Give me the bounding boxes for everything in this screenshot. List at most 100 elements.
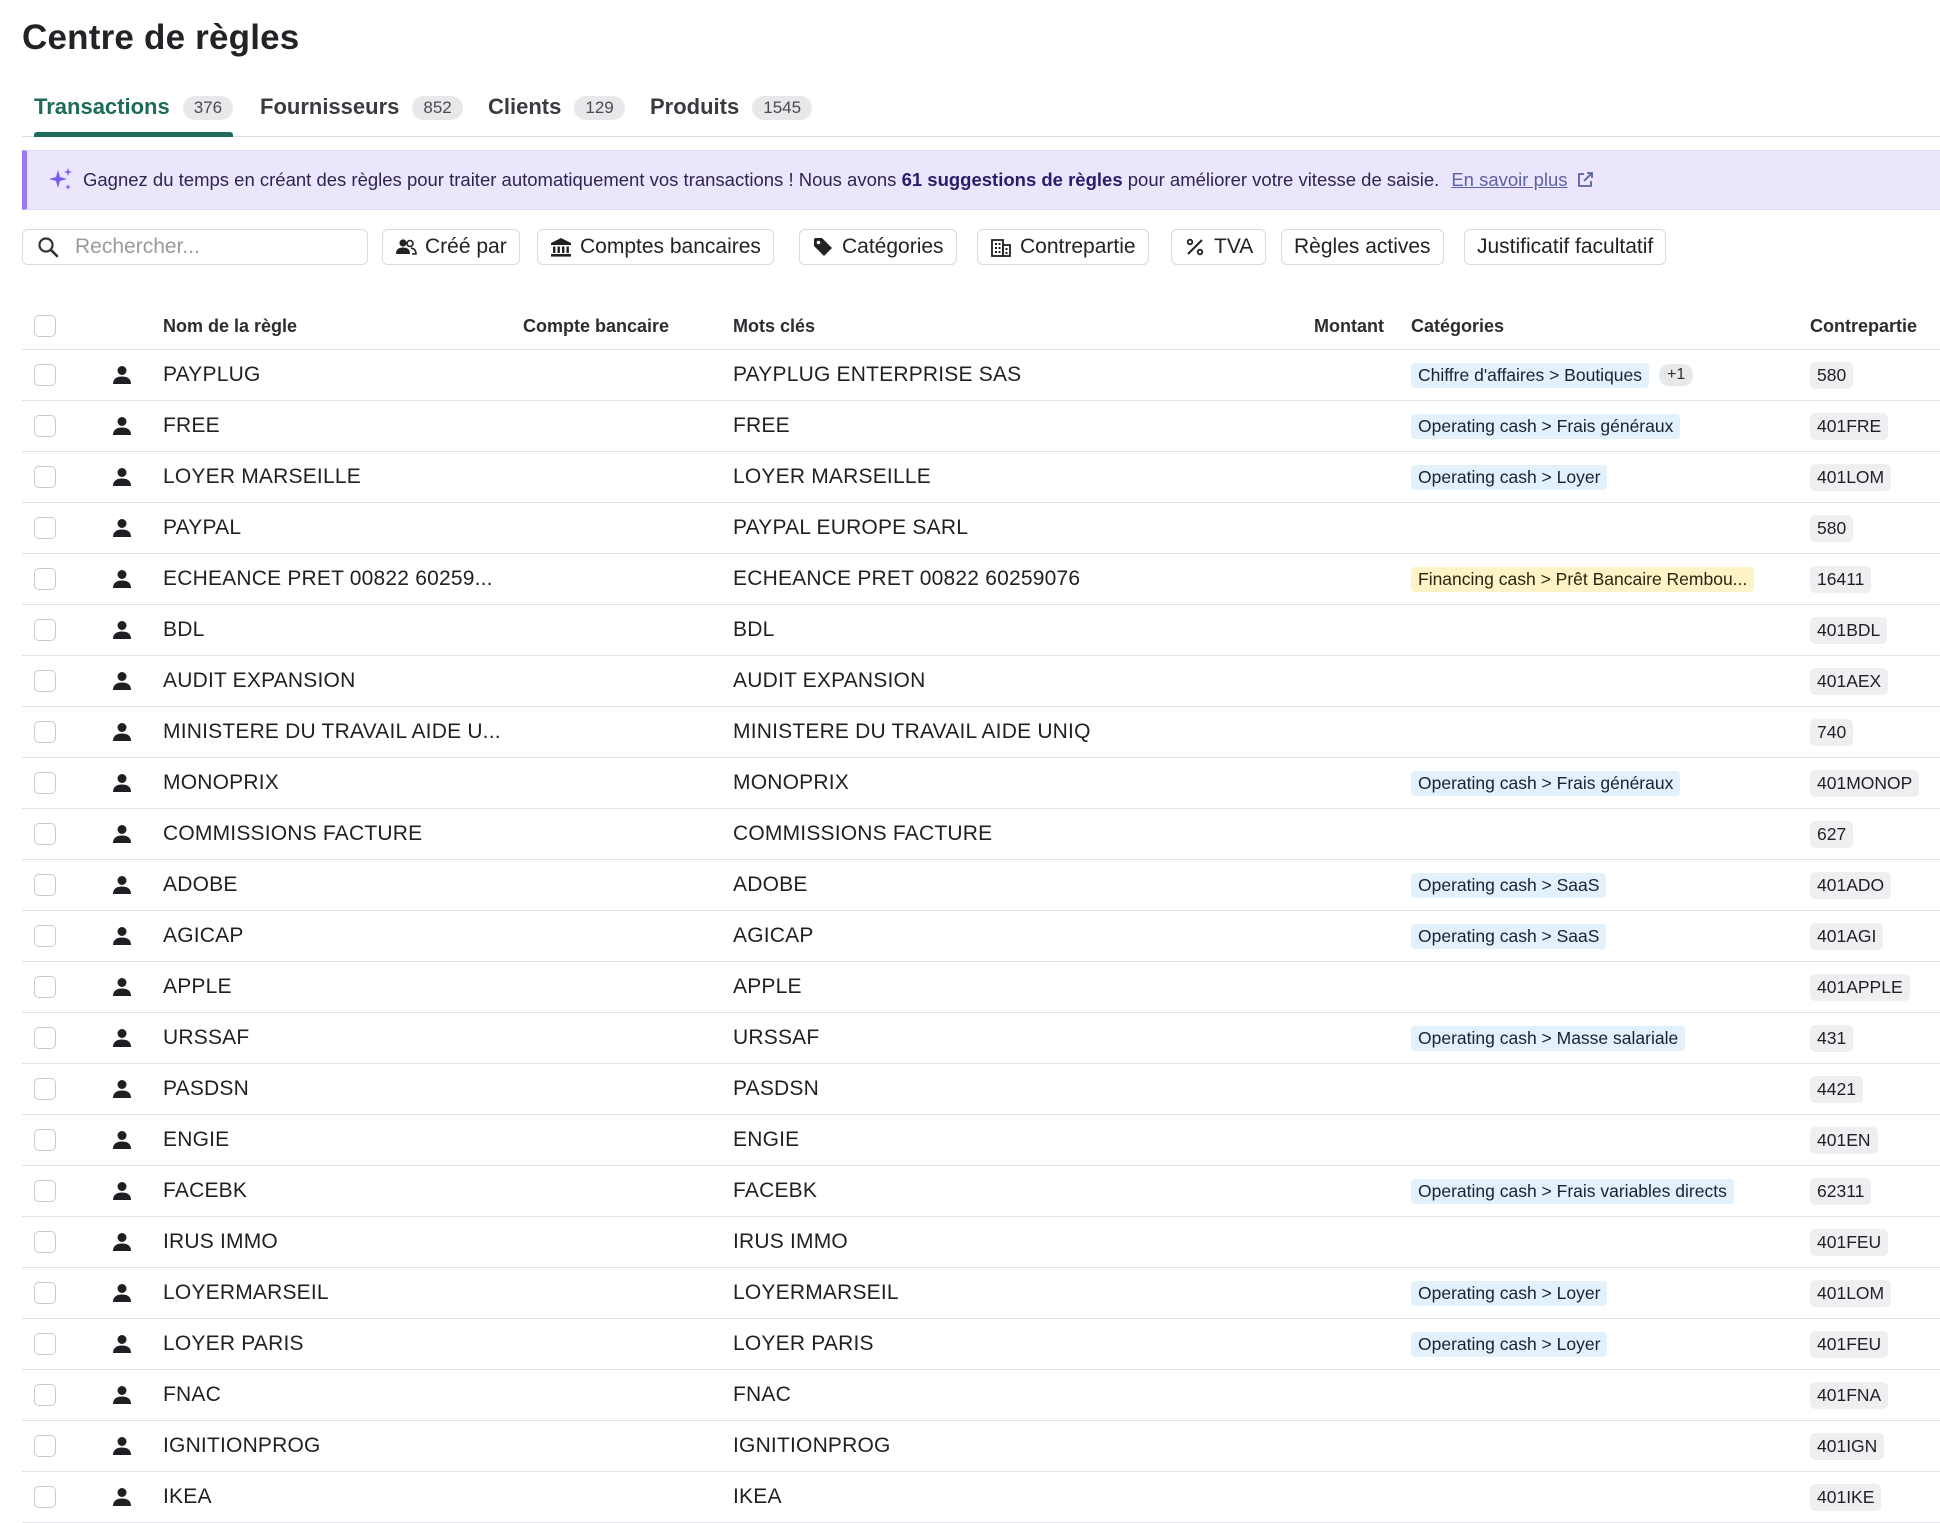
table-row[interactable]: IGNITIONPROG IGNITIONPROG 401IGN (22, 1421, 1940, 1472)
counterpart-tag: 401AGI (1810, 922, 1884, 950)
creator-cell (110, 707, 134, 757)
category-tag: Financing cash > Prêt Bancaire Rembou... (1411, 566, 1755, 592)
row-checkbox[interactable] (34, 772, 56, 794)
row-checkbox[interactable] (34, 364, 56, 386)
row-checkbox[interactable] (34, 874, 56, 896)
category-tag: Operating cash > Loyer (1411, 1280, 1608, 1306)
suggestions-banner: Gagnez du temps en créant des règles pou… (22, 150, 1940, 210)
col-header-keywords[interactable]: Mots clés (733, 303, 815, 349)
external-link-icon[interactable] (1576, 171, 1594, 189)
rule-name: PASDSN (163, 1077, 249, 1100)
row-checkbox[interactable] (34, 1435, 56, 1457)
rule-keywords: PAYPAL EUROPE SARL (733, 516, 969, 539)
row-checkbox[interactable] (34, 415, 56, 437)
row-checkbox[interactable] (34, 1486, 56, 1508)
table-row[interactable]: LOYERMARSEIL LOYERMARSEIL Operating cash >… (22, 1268, 1940, 1319)
rule-name: ADOBE (163, 873, 238, 896)
filter-active-rules[interactable]: Règles actives (1281, 229, 1444, 265)
counterpart-tag: 401APPLE (1810, 973, 1910, 1001)
row-checkbox[interactable] (34, 1180, 56, 1202)
table-row[interactable]: ENGIE ENGIE 401EN (22, 1115, 1940, 1166)
tab-produits[interactable]: Produits 1545 (650, 86, 813, 136)
table-row[interactable]: MINISTERE DU TRAVAIL AIDE U... MINISTERE … (22, 707, 1940, 758)
table-row[interactable]: FREE FREE Operating cash > Frais généraux 4… (22, 401, 1940, 452)
creator-cell (110, 401, 134, 451)
creator-cell (110, 350, 134, 400)
filter-counterpart[interactable]: Contrepartie (977, 229, 1149, 265)
table-row[interactable]: LOYER PARIS LOYER PARIS Operating cash > L… (22, 1319, 1940, 1370)
table-row[interactable]: URSSAF URSSAF Operating cash > Masse salar… (22, 1013, 1940, 1064)
search-input[interactable] (73, 234, 347, 260)
row-checkbox[interactable] (34, 619, 56, 641)
row-checkbox[interactable] (34, 1078, 56, 1100)
chip-label: TVA (1214, 235, 1254, 258)
col-header-bank[interactable]: Compte bancaire (523, 303, 669, 349)
search-box[interactable] (22, 229, 368, 265)
table-row[interactable]: PASDSN PASDSN 4421 (22, 1064, 1940, 1115)
row-checkbox[interactable] (34, 517, 56, 539)
col-header-amount[interactable]: Montant (1314, 303, 1384, 349)
table-row[interactable]: APPLE APPLE 401APPLE (22, 962, 1940, 1013)
row-select-cell (34, 1166, 56, 1216)
rule-name: FREE (163, 414, 220, 437)
table-row[interactable]: ADOBE ADOBE Operating cash > SaaS 401ADO (22, 860, 1940, 911)
select-all-checkbox[interactable] (34, 315, 56, 337)
table-row[interactable]: PAYPAL PAYPAL EUROPE SARL 580 (22, 503, 1940, 554)
row-checkbox[interactable] (34, 1129, 56, 1151)
user-icon (113, 774, 131, 792)
category-more-badge[interactable]: +1 (1659, 364, 1694, 386)
filter-bank-accounts[interactable]: Comptes bancaires (537, 229, 774, 265)
filter-vat[interactable]: TVA (1171, 229, 1267, 265)
table-row[interactable]: MONOPRIX MONOPRIX Operating cash > Frais g… (22, 758, 1940, 809)
row-checkbox[interactable] (34, 1027, 56, 1049)
table-row[interactable]: ECHEANCE PRET 00822 60259... ECHEANCE PRE… (22, 554, 1940, 605)
tab-transactions[interactable]: Transactions 376 (34, 86, 234, 137)
category-cell: Operating cash > SaaS (1411, 860, 1801, 910)
user-icon (113, 1437, 131, 1455)
row-checkbox[interactable] (34, 1282, 56, 1304)
row-checkbox[interactable] (34, 1231, 56, 1253)
tab-clients[interactable]: Clients 129 (488, 86, 625, 136)
tab-fournisseurs[interactable]: Fournisseurs 852 (260, 86, 463, 136)
rule-keywords: ECHEANCE PRET 00822 60259076 (733, 567, 1081, 590)
row-checkbox[interactable] (34, 823, 56, 845)
counterpart-cell: 16411 (1810, 554, 1872, 604)
rule-keywords: PASDSN (733, 1077, 819, 1100)
table-row[interactable]: PAYPLUG PAYPLUG ENTERPRISE SAS Chiffre d'a… (22, 350, 1940, 401)
tab-count-badge: 1545 (752, 96, 813, 120)
table-row[interactable]: FNAC FNAC 401FNA (22, 1370, 1940, 1421)
learn-more-link[interactable]: En savoir plus (1451, 169, 1567, 191)
counterpart-cell: 740 (1810, 707, 1854, 757)
table-row[interactable]: BDL BDL 401BDL (22, 605, 1940, 656)
table-row[interactable]: IRUS IMMO IRUS IMMO 401FEU (22, 1217, 1940, 1268)
col-header-categories[interactable]: Catégories (1411, 303, 1504, 349)
row-checkbox[interactable] (34, 466, 56, 488)
col-header-counterpart[interactable]: Contrepartie (1810, 303, 1917, 349)
row-checkbox[interactable] (34, 568, 56, 590)
table-row[interactable]: AUDIT EXPANSION AUDIT EXPANSION 401AEX (22, 656, 1940, 707)
filter-created-by[interactable]: Créé par (382, 229, 520, 265)
row-checkbox[interactable] (34, 670, 56, 692)
creator-cell (110, 1268, 134, 1318)
row-checkbox[interactable] (34, 1384, 56, 1406)
filter-categories[interactable]: Catégories (799, 229, 957, 265)
creator-cell (110, 860, 134, 910)
counterpart-tag: 740 (1810, 718, 1854, 746)
row-select-cell (34, 809, 56, 859)
filter-optional-receipt[interactable]: Justificatif facultatif (1464, 229, 1667, 265)
table-row[interactable]: FACEBK FACEBK Operating cash > Frais varia… (22, 1166, 1940, 1217)
rule-keywords: COMMISSIONS FACTURE (733, 822, 993, 845)
row-checkbox[interactable] (34, 1333, 56, 1355)
category-tag: Operating cash > SaaS (1411, 923, 1607, 949)
table-row[interactable]: COMMISSIONS FACTURE COMMISSIONS FACTURE 62… (22, 809, 1940, 860)
col-header-name[interactable]: Nom de la règle (163, 303, 297, 349)
row-checkbox[interactable] (34, 976, 56, 998)
table-row[interactable]: AGICAP AGICAP Operating cash > SaaS 401AGI (22, 911, 1940, 962)
user-icon (113, 1335, 131, 1353)
row-checkbox[interactable] (34, 925, 56, 947)
table-row[interactable]: LOYER MARSEILLE LOYER MARSEILLE Operating … (22, 452, 1940, 503)
search-icon (38, 237, 59, 258)
chip-label: Justificatif facultatif (1477, 235, 1654, 258)
table-row[interactable]: IKEA IKEA 401IKE (22, 1472, 1940, 1523)
row-checkbox[interactable] (34, 721, 56, 743)
